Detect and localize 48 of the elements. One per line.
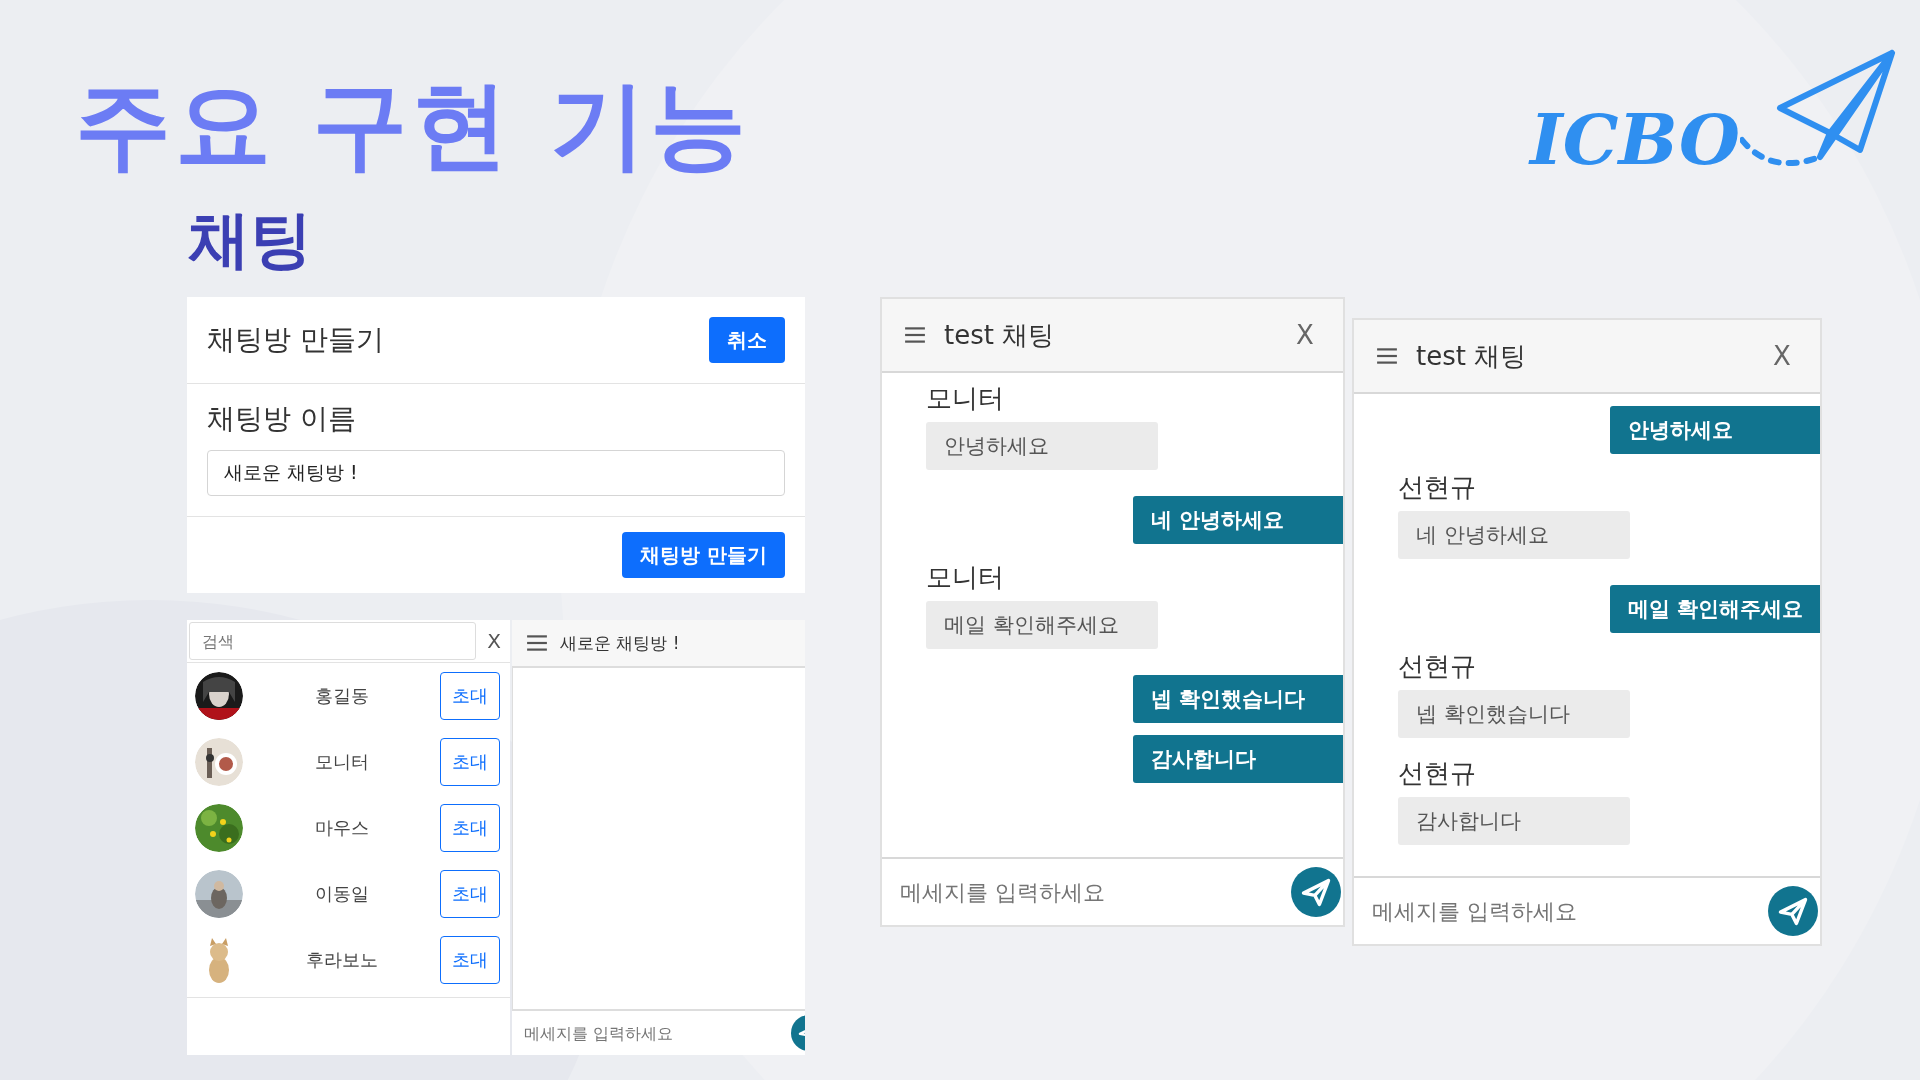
sender-name: 선현규 (1398, 471, 1477, 504)
invite-button[interactable]: 초대 (440, 738, 500, 786)
chat-title: test 채팅 (944, 318, 1056, 352)
sent-message: 안녕하세요 (1610, 406, 1820, 454)
chat-title: test 채팅 (1416, 339, 1528, 373)
cancel-button[interactable]: 취소 (709, 317, 785, 363)
invite-button[interactable]: 초대 (440, 870, 500, 918)
received-message: 넵 확인했습니다 (1398, 690, 1630, 738)
field-label: 채팅방 이름 (207, 401, 357, 437)
search-field[interactable]: 검색 (189, 622, 476, 660)
received-message: 네 안녕하세요 (1398, 511, 1630, 559)
menu-icon[interactable] (904, 326, 926, 344)
sender-name: 선현규 (1398, 757, 1477, 790)
logo-text: ICBO (1530, 105, 1740, 175)
user-name: 모니터 (313, 750, 370, 774)
invite-button[interactable]: 초대 (440, 936, 500, 984)
user-name: 이동일 (313, 882, 370, 906)
menu-icon[interactable] (526, 634, 548, 652)
clear-button[interactable]: X (478, 620, 510, 662)
slide-subtitle: 채팅 (188, 202, 312, 278)
panel-title: 채팅방 만들기 (207, 322, 384, 358)
received-message: 메일 확인해주세요 (926, 601, 1158, 649)
invite-button[interactable]: 초대 (440, 672, 500, 720)
sent-message: 메일 확인해주세요 (1610, 585, 1820, 633)
create-room-button[interactable]: 채팅방 만들기 (622, 532, 785, 578)
sent-message: 넵 확인했습니다 (1133, 675, 1343, 723)
received-message: 감사합니다 (1398, 797, 1630, 845)
room-name-field[interactable]: 새로운 채팅방 ! (207, 450, 785, 496)
sender-name: 모니터 (926, 382, 1005, 415)
close-button[interactable]: X (1766, 341, 1798, 371)
send-button[interactable] (1768, 886, 1818, 936)
send-button[interactable] (1291, 867, 1341, 917)
user-name: 후라보노 (304, 948, 379, 972)
sent-message: 네 안녕하세요 (1133, 496, 1343, 544)
received-message: 안녕하세요 (926, 422, 1158, 470)
sent-message: 감사합니다 (1133, 735, 1343, 783)
sender-name: 모니터 (926, 561, 1005, 594)
chat-title: 새로운 채팅방 ! (560, 631, 680, 655)
message-input[interactable]: 메세지를 입력하세요 (522, 1022, 791, 1044)
close-button[interactable]: X (1289, 320, 1321, 350)
invite-button[interactable]: 초대 (440, 804, 500, 852)
message-input[interactable]: 메세지를 입력하세요 (1370, 897, 1768, 925)
user-name: 마우스 (313, 816, 370, 840)
message-input[interactable]: 메세지를 입력하세요 (898, 878, 1291, 906)
sender-name: 선현규 (1398, 650, 1477, 683)
slide-title: 주요 구현 기능 (75, 68, 750, 183)
menu-icon[interactable] (1376, 347, 1398, 365)
user-name: 홍길동 (313, 684, 370, 708)
